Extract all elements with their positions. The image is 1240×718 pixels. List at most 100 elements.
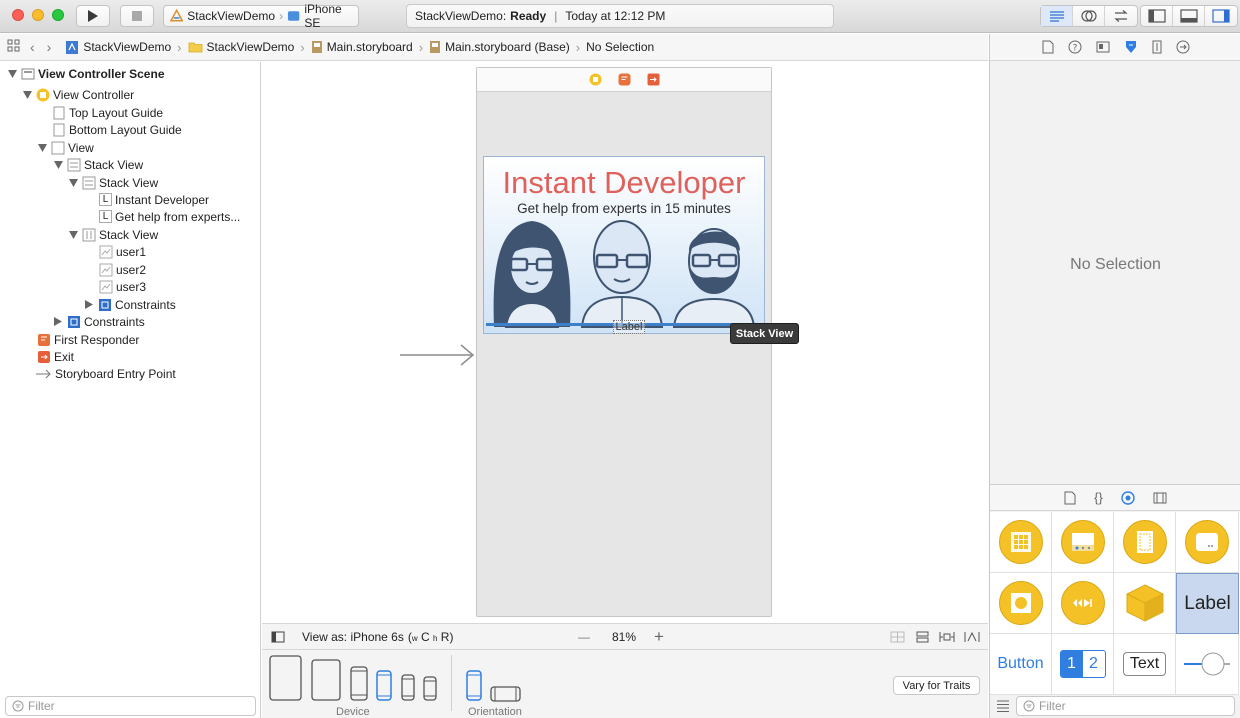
version-editor-button[interactable]	[1105, 6, 1137, 26]
outline-item-user2[interactable]: user2	[99, 261, 146, 278]
related-items-button[interactable]	[7, 39, 20, 55]
breadcrumb-storyboard[interactable]: Main.storyboard	[311, 40, 413, 54]
breadcrumb-selection[interactable]: No Selection	[586, 40, 654, 54]
library-item-button[interactable]: Button	[990, 634, 1052, 695]
library-item-segmented-control[interactable]: 1 2	[1052, 634, 1114, 695]
close-window-button[interactable]	[12, 9, 24, 21]
navigator-toggle-button[interactable]	[1141, 6, 1173, 26]
view-as-label[interactable]: View as: iPhone 6s	[302, 630, 404, 644]
library-item-label[interactable]: Label	[1176, 573, 1239, 634]
breadcrumb-storyboard-base[interactable]: Main.storyboard (Base)	[429, 40, 570, 54]
object-library-icon[interactable]	[1121, 490, 1135, 505]
placeholder-label[interactable]: Label	[613, 320, 645, 334]
stop-button[interactable]	[120, 5, 154, 27]
disclosure-open-icon[interactable]	[7, 69, 17, 79]
vary-for-traits-button[interactable]: Vary for Traits	[893, 676, 980, 695]
outline-item-bottom-layout-guide[interactable]: Bottom Layout Guide	[52, 121, 182, 138]
help-subtitle-label[interactable]: Get help from experts in 15 minutes	[484, 201, 764, 216]
view-controller-icon[interactable]	[589, 73, 602, 86]
user2-avatar[interactable]	[580, 220, 664, 328]
outline-item-view[interactable]: View	[37, 139, 94, 156]
outline-item-constraints-inner[interactable]: Constraints	[84, 296, 176, 313]
outline-item-stack-view[interactable]: Stack View	[68, 174, 158, 191]
attributes-inspector-icon[interactable]	[1124, 40, 1138, 54]
outline-item-view-controller[interactable]: View Controller	[22, 86, 134, 103]
outline-item-label-instant-developer[interactable]: L Instant Developer	[99, 191, 209, 208]
library-item-slider[interactable]	[1176, 634, 1239, 695]
disclosure-closed-icon[interactable]	[84, 300, 94, 310]
utilities-toggle-button[interactable]	[1205, 6, 1237, 26]
identity-inspector-icon[interactable]	[1096, 41, 1110, 53]
library-item-tab-bar-controller[interactable]	[1052, 512, 1114, 573]
iphone-6s-device-icon-selected[interactable]	[376, 670, 392, 701]
outline-filter-field[interactable]: Filter	[5, 696, 256, 716]
connections-inspector-icon[interactable]	[1176, 40, 1190, 54]
developer-avatars-image[interactable]	[486, 215, 764, 333]
media-library-icon[interactable]	[1153, 492, 1167, 504]
library-item-collection-view-controller[interactable]	[990, 512, 1052, 573]
outline-item-constraints-outer[interactable]: Constraints	[53, 313, 145, 330]
outline-item-top-layout-guide[interactable]: Top Layout Guide	[52, 104, 163, 121]
run-button[interactable]	[76, 5, 110, 27]
outline-item-user3[interactable]: user3	[99, 278, 146, 295]
user1-avatar[interactable]	[493, 221, 571, 328]
zoom-window-button[interactable]	[52, 9, 64, 21]
disclosure-open-icon[interactable]	[37, 143, 47, 153]
library-item-text-field[interactable]: Text	[1114, 634, 1176, 695]
library-item-glkit-view-controller[interactable]	[990, 573, 1052, 634]
back-button[interactable]: ‹	[30, 39, 35, 55]
outline-item-stack-view[interactable]: Stack View	[68, 226, 158, 243]
outline-item-first-responder[interactable]: First Responder	[37, 331, 139, 348]
disclosure-open-icon[interactable]	[53, 160, 63, 170]
quick-help-icon[interactable]: ?	[1068, 40, 1082, 54]
disclosure-closed-icon[interactable]	[53, 317, 63, 327]
entry-point-arrow-icon[interactable]	[398, 343, 476, 367]
ipad-pro-device-icon[interactable]	[269, 655, 302, 701]
iphone-plus-device-icon[interactable]	[350, 666, 368, 701]
library-item-view-controller-modal[interactable]	[1176, 512, 1239, 573]
code-snippet-library-icon[interactable]: {}	[1094, 490, 1103, 505]
resolve-issues-icon[interactable]	[964, 631, 980, 643]
library-item-page-view-controller[interactable]	[1114, 512, 1176, 573]
file-template-library-icon[interactable]	[1064, 491, 1076, 505]
ipad-device-icon[interactable]	[311, 659, 341, 701]
disclosure-open-icon[interactable]	[22, 90, 32, 100]
forward-button[interactable]: ›	[47, 39, 52, 55]
view-controller-scene[interactable]	[476, 67, 772, 617]
iphone-4s-device-icon[interactable]	[423, 676, 437, 701]
assistant-editor-button[interactable]	[1073, 6, 1105, 26]
embed-in-stack-icon[interactable]	[890, 631, 905, 643]
pin-icon[interactable]	[939, 631, 955, 643]
user3-avatar[interactable]	[672, 228, 756, 328]
zoom-in-button[interactable]: +	[654, 627, 664, 647]
toggle-outline-icon[interactable]	[271, 631, 285, 643]
iphone-se-device-icon[interactable]	[401, 674, 415, 701]
exit-icon[interactable]	[647, 73, 660, 86]
portrait-orientation-icon[interactable]	[466, 670, 482, 701]
minimize-window-button[interactable]	[32, 9, 44, 21]
standard-editor-button[interactable]	[1041, 6, 1073, 26]
disclosure-open-icon[interactable]	[68, 230, 78, 240]
instant-developer-label[interactable]: Instant Developer	[484, 165, 764, 201]
stack-view-content[interactable]: Instant Developer Get help from experts …	[483, 156, 765, 334]
zoom-out-button[interactable]: —	[578, 630, 590, 644]
first-responder-icon[interactable]	[618, 73, 631, 86]
outline-item-scene[interactable]: View Controller Scene	[7, 65, 165, 82]
disclosure-open-icon[interactable]	[68, 178, 78, 188]
breadcrumb-group[interactable]: StackViewDemo	[188, 40, 294, 54]
list-view-toggle-icon[interactable]	[996, 700, 1010, 712]
size-inspector-icon[interactable]	[1152, 40, 1162, 54]
outline-item-entry-point[interactable]: Storyboard Entry Point	[35, 365, 176, 382]
library-item-object[interactable]	[1114, 573, 1176, 634]
outline-item-user1[interactable]: user1	[99, 243, 146, 260]
library-item-av-player-view-controller[interactable]	[1052, 573, 1114, 634]
outline-item-stack-view[interactable]: Stack View	[53, 156, 143, 173]
breadcrumb-project[interactable]: StackViewDemo	[65, 40, 171, 55]
align-icon[interactable]	[915, 631, 930, 643]
landscape-orientation-icon[interactable]	[490, 686, 521, 702]
outline-item-label-get-help[interactable]: L Get help from experts...	[99, 208, 240, 225]
scheme-selector[interactable]: StackViewDemo › iPhone SE	[163, 2, 359, 30]
library-filter-field[interactable]: Filter	[1016, 696, 1235, 716]
file-inspector-icon[interactable]	[1042, 40, 1054, 54]
outline-item-exit[interactable]: Exit	[37, 348, 74, 365]
